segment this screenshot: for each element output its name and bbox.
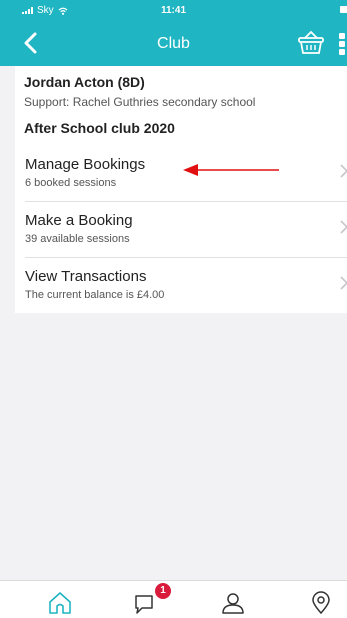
page-title: Club: [157, 35, 190, 52]
chevron-right-icon: [340, 276, 347, 290]
more-menu-icon[interactable]: [339, 33, 347, 55]
view-transactions-row[interactable]: View Transactions The current balance is…: [15, 258, 347, 313]
annotation-arrow-icon: [183, 164, 279, 176]
row-title: Manage Bookings: [25, 156, 146, 173]
messages-badge: 1: [155, 583, 171, 599]
status-bar: Sky 11:41: [0, 0, 347, 20]
student-name: Jordan Acton (8D): [24, 74, 145, 90]
club-menu-list: Manage Bookings 6 booked sessions Make a…: [15, 146, 347, 313]
manage-bookings-row[interactable]: Manage Bookings 6 booked sessions: [15, 146, 347, 201]
row-subtitle: The current balance is £4.00: [25, 289, 165, 301]
clock: 11:41: [160, 5, 187, 16]
top-bar: Sky 11:41 Club: [0, 0, 347, 66]
home-icon[interactable]: [47, 591, 73, 615]
profile-icon[interactable]: [220, 591, 246, 615]
tab-bar: [0, 580, 347, 618]
nav-bar: Club: [0, 20, 347, 66]
basket-icon[interactable]: [296, 30, 326, 56]
chevron-right-icon: [340, 164, 347, 178]
row-subtitle: 39 available sessions: [25, 233, 130, 245]
club-name: After School club 2020: [24, 120, 175, 136]
support-text: Support: Rachel Guthries secondary schoo…: [24, 95, 256, 109]
club-info-panel: Jordan Acton (8D) Support: Rachel Guthri…: [15, 66, 347, 146]
row-title: View Transactions: [25, 268, 147, 285]
battery-icon: [340, 6, 347, 13]
location-icon[interactable]: [308, 591, 334, 615]
row-subtitle: 6 booked sessions: [25, 177, 117, 189]
row-title: Make a Booking: [25, 212, 133, 229]
chevron-right-icon: [340, 220, 347, 234]
make-booking-row[interactable]: Make a Booking 39 available sessions: [15, 202, 347, 257]
